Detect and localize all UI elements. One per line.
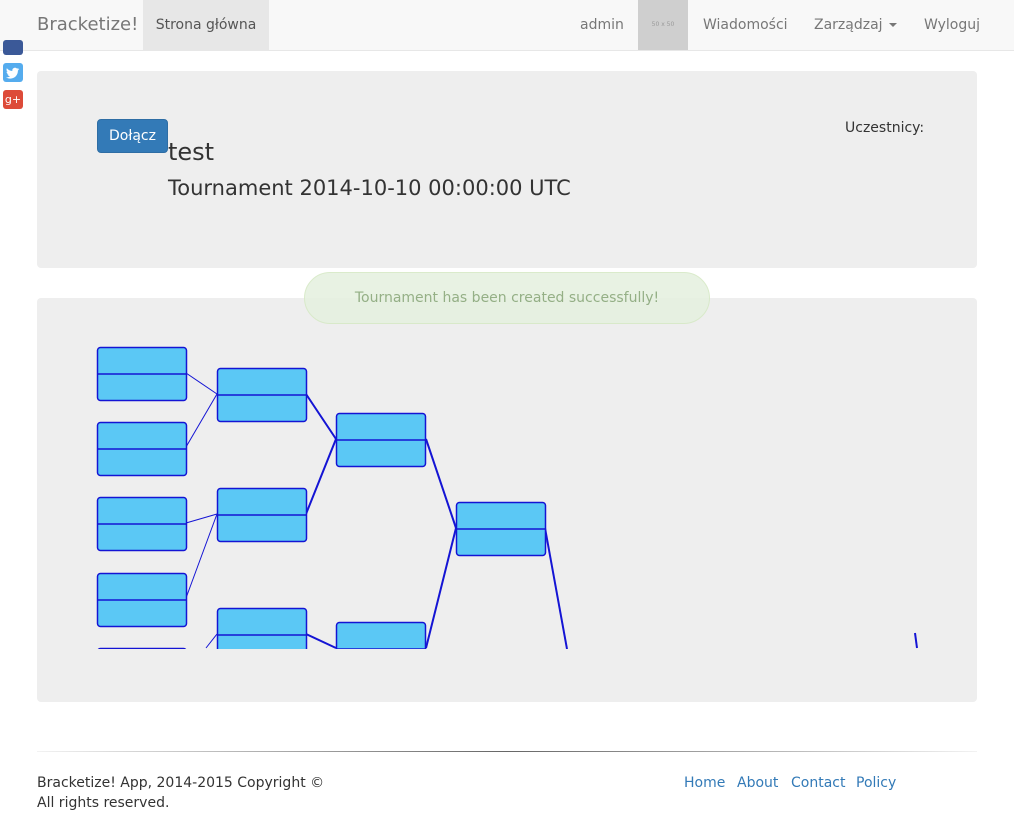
bracket-match[interactable]: [96, 572, 188, 628]
copyright-line-2: All rights reserved.: [37, 795, 170, 811]
bracket-connector-line: [185, 513, 218, 599]
bracket-connector-line: [305, 438, 337, 515]
nav-messages[interactable]: Wiadomości: [703, 0, 788, 50]
bracket-match[interactable]: [96, 346, 188, 402]
bracket-connector-line: [305, 633, 337, 649]
google-plus-icon[interactable]: g+: [3, 90, 23, 109]
bracket-connector-line: [185, 372, 218, 395]
bracket-match[interactable]: [216, 367, 308, 423]
brand-link[interactable]: Bracketize!: [37, 0, 138, 50]
bracket-connector-line: [544, 527, 568, 649]
bracket-match[interactable]: [96, 496, 188, 552]
bracket-connector-line: [425, 527, 457, 649]
nav-user[interactable]: admin: [580, 0, 624, 50]
participants-label: Uczestnicy:: [845, 120, 925, 136]
top-navbar: Bracketize! Strona główna admin 50 x 50 …: [0, 0, 1014, 51]
nav-manage-label: Zarządzaj: [814, 17, 883, 33]
footer-link-policy[interactable]: Policy: [856, 773, 896, 793]
bracket-match[interactable]: [216, 487, 308, 543]
copyright-line-1: Bracketize! App, 2014-2015 Copyright ©: [37, 775, 325, 791]
bracket-connector-line: [425, 438, 457, 529]
footer-divider: [37, 751, 977, 752]
bracket-connector-line: [185, 393, 218, 448]
twitter-bird-icon: [6, 67, 20, 79]
twitter-icon[interactable]: [3, 63, 23, 82]
footer-copyright: Bracketize! App, 2014-2015 Copyright © A…: [37, 773, 357, 813]
bracket-match[interactable]: [216, 607, 308, 650]
bracket-connector-line: [305, 393, 337, 440]
nav-manage-dropdown[interactable]: Zarządzaj: [814, 0, 897, 50]
bracket-match[interactable]: [335, 412, 427, 468]
caret-down-icon: [888, 23, 897, 27]
nav-home[interactable]: Strona główna: [143, 0, 269, 50]
tournament-header-panel: [37, 71, 977, 268]
tournament-subtitle: Tournament 2014-10-10 00:00:00 UTC: [168, 176, 571, 200]
tournament-name: test: [168, 138, 215, 166]
bracket-match[interactable]: [335, 621, 427, 650]
bracket-match-box[interactable]: [335, 621, 427, 650]
footer-link-home[interactable]: Home: [684, 773, 725, 793]
footer-link-about[interactable]: About: [737, 773, 778, 793]
success-notification: Tournament has been created successfully…: [304, 272, 710, 324]
nav-logout[interactable]: Wyloguj: [924, 0, 980, 50]
footer-link-contact[interactable]: Contact: [791, 773, 845, 793]
join-button[interactable]: Dołącz: [97, 119, 168, 153]
bracket-match-box[interactable]: [97, 647, 187, 650]
facebook-icon[interactable]: [3, 40, 23, 55]
bracket-match-box[interactable]: [216, 607, 308, 650]
bracket-match[interactable]: [97, 647, 187, 650]
avatar[interactable]: 50 x 50: [638, 0, 688, 50]
bracket-connector-line: [185, 513, 218, 524]
bracket-connector-line: [914, 632, 918, 649]
bracket-diagram: [96, 346, 918, 650]
bracket-viewport[interactable]: [37, 345, 977, 649]
bracket-match[interactable]: [96, 421, 188, 477]
bracket-match[interactable]: [455, 501, 547, 557]
bracket-connector-line: [205, 633, 218, 649]
